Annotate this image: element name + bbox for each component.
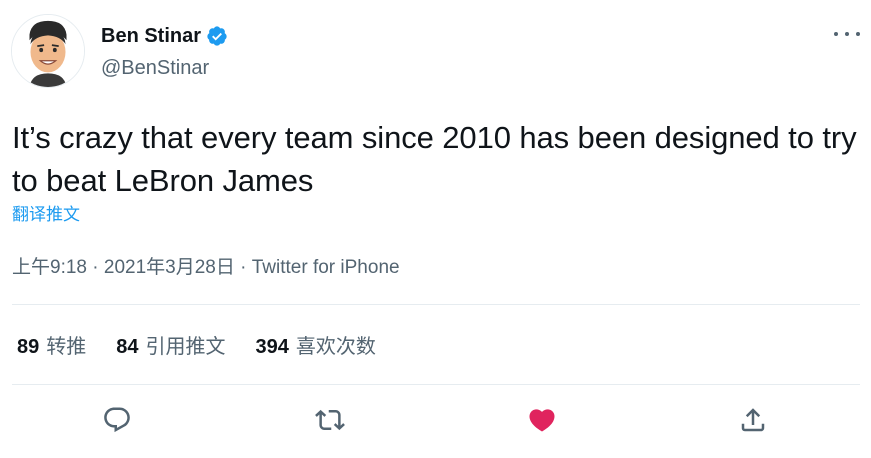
- like-button[interactable]: [522, 400, 562, 440]
- share-icon: [741, 408, 765, 432]
- author-display-name[interactable]: Ben Stinar: [101, 24, 201, 48]
- avatar-image: [12, 15, 84, 87]
- tweet-actions-bar: [0, 400, 871, 444]
- meta-separator: ·: [86, 257, 104, 278]
- reply-icon: [104, 407, 130, 433]
- retweets-count: 89: [17, 336, 40, 358]
- tweet-time[interactable]: 上午9:18: [12, 257, 87, 278]
- share-button[interactable]: [733, 400, 773, 440]
- divider: [12, 304, 860, 305]
- retweet-icon: [315, 409, 345, 431]
- retweets-label: 转推: [46, 336, 87, 358]
- author-name-row[interactable]: Ben Stinar: [101, 24, 228, 48]
- likes-stat[interactable]: 394 喜欢次数: [256, 333, 376, 361]
- tweet-text: It’s crazy that every team since 2010 ha…: [12, 120, 857, 198]
- heart-filled-icon: [529, 409, 555, 432]
- engagement-stats: 89 转推 84 引用推文 394 喜欢次数: [17, 333, 376, 361]
- likes-label: 喜欢次数: [295, 336, 376, 358]
- more-options-button[interactable]: [834, 24, 860, 44]
- author-handle[interactable]: @BenStinar: [101, 56, 209, 80]
- reply-button[interactable]: [97, 400, 137, 440]
- retweets-stat[interactable]: 89 转推: [17, 333, 86, 361]
- tweet-metadata: 上午9:18 · 2021年3月28日 · Twitter for iPhone: [12, 255, 400, 281]
- more-horizontal-icon-dot: [856, 32, 860, 36]
- quotes-stat[interactable]: 84 引用推文: [116, 333, 225, 361]
- retweet-button[interactable]: [310, 400, 350, 440]
- tweet-date[interactable]: 2021年3月28日: [104, 257, 235, 278]
- more-horizontal-icon: [834, 32, 838, 36]
- tweet-source[interactable]: Twitter for iPhone: [252, 257, 400, 278]
- meta-separator: ·: [234, 257, 252, 278]
- translate-tweet-link[interactable]: 翻译推文: [12, 204, 80, 226]
- quotes-label: 引用推文: [145, 336, 226, 358]
- quotes-count: 84: [116, 336, 139, 358]
- verified-badge-icon: [207, 26, 227, 46]
- divider: [12, 384, 860, 385]
- likes-count: 394: [255, 336, 289, 358]
- more-horizontal-icon-dot: [845, 32, 849, 36]
- avatar[interactable]: [11, 14, 85, 88]
